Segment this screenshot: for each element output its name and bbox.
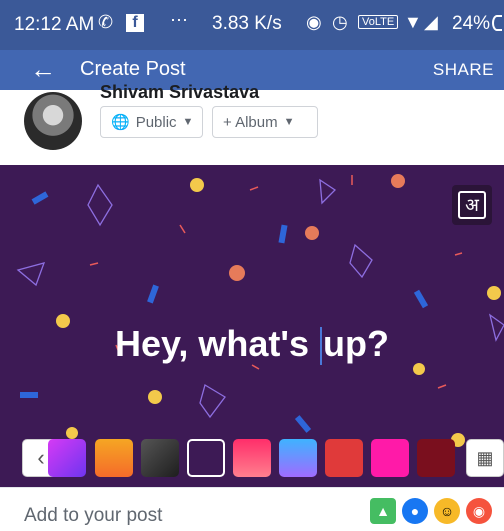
more-backgrounds-button[interactable]: ▦ bbox=[466, 439, 504, 477]
battery-icon bbox=[492, 15, 502, 31]
album-selector[interactable]: + Album ▼ bbox=[212, 106, 318, 138]
battery-text: 24% bbox=[452, 13, 491, 34]
more-dots-icon: ⋯ bbox=[170, 10, 188, 30]
dropdown-arrow-icon: ▼ bbox=[182, 116, 194, 128]
user-row: Shivam Srivastava 🌐 Public ▼ + Album ▼ bbox=[0, 82, 504, 165]
status-bar: 12:12 AM ✆ f ⋯ 3.83 K/s ◉ ◷ VoLTE ▼ ◢ 24… bbox=[0, 0, 504, 50]
feeling-icon[interactable]: ☺ bbox=[434, 498, 460, 524]
text-cursor bbox=[319, 327, 322, 366]
swatch-confetti-selected[interactable] bbox=[187, 439, 225, 477]
photo-icon[interactable]: ▲ bbox=[370, 498, 396, 524]
album-label: + Album bbox=[223, 113, 278, 131]
wifi-icon: ▼ bbox=[404, 12, 422, 32]
post-text[interactable]: Hey, what's up? bbox=[0, 323, 504, 366]
chevron-left-icon: ‹ bbox=[37, 445, 45, 470]
post-background-canvas[interactable]: Hey, what's up? अ ‹ ▦ bbox=[0, 165, 504, 487]
location-icon[interactable]: ◉ bbox=[466, 498, 492, 524]
add-to-post-bar[interactable]: Add to your post ▲ ● ☺ ◉ bbox=[0, 487, 504, 531]
swatch-maroon[interactable] bbox=[417, 439, 455, 477]
whatsapp-icon: ✆ bbox=[98, 12, 114, 32]
privacy-label: Public bbox=[135, 113, 177, 131]
alarm-icon: ◷ bbox=[332, 12, 348, 32]
privacy-selector[interactable]: 🌐 Public ▼ bbox=[100, 106, 203, 138]
headphones-icon: ◉ bbox=[306, 12, 322, 32]
tag-people-icon[interactable]: ● bbox=[402, 498, 428, 524]
volte-badge: VoLTE bbox=[358, 15, 399, 29]
post-text-before: Hey, what's bbox=[115, 323, 319, 364]
swatch-orange[interactable] bbox=[95, 439, 133, 477]
swatch-red[interactable] bbox=[325, 439, 363, 477]
swatch-blue[interactable] bbox=[279, 439, 317, 477]
avatar bbox=[24, 92, 82, 150]
share-button[interactable]: SHARE bbox=[433, 60, 494, 80]
script-toggle-button[interactable]: अ bbox=[452, 185, 492, 225]
grid-icon: ▦ bbox=[476, 447, 494, 468]
back-arrow-icon[interactable]: ← bbox=[30, 54, 56, 85]
swatch-purple[interactable] bbox=[48, 439, 86, 477]
signal-icon: ◢ bbox=[424, 12, 438, 32]
swatch-pink[interactable] bbox=[233, 439, 271, 477]
user-name: Shivam Srivastava bbox=[100, 82, 260, 102]
globe-icon: 🌐 bbox=[111, 113, 130, 131]
hindi-script-icon: अ bbox=[458, 191, 486, 219]
post-text-after: up? bbox=[322, 323, 389, 364]
swatch-dark[interactable] bbox=[141, 439, 179, 477]
page-title: Create Post bbox=[80, 58, 186, 80]
dropdown-arrow-icon: ▼ bbox=[283, 116, 295, 128]
swatch-magenta[interactable] bbox=[371, 439, 409, 477]
facebook-icon: f bbox=[126, 14, 144, 32]
status-time: 12:12 AM bbox=[14, 14, 95, 35]
add-to-post-label: Add to your post bbox=[24, 505, 163, 526]
network-speed: 3.83 K/s bbox=[212, 13, 282, 34]
background-swatch-row: ‹ ▦ bbox=[0, 439, 504, 479]
